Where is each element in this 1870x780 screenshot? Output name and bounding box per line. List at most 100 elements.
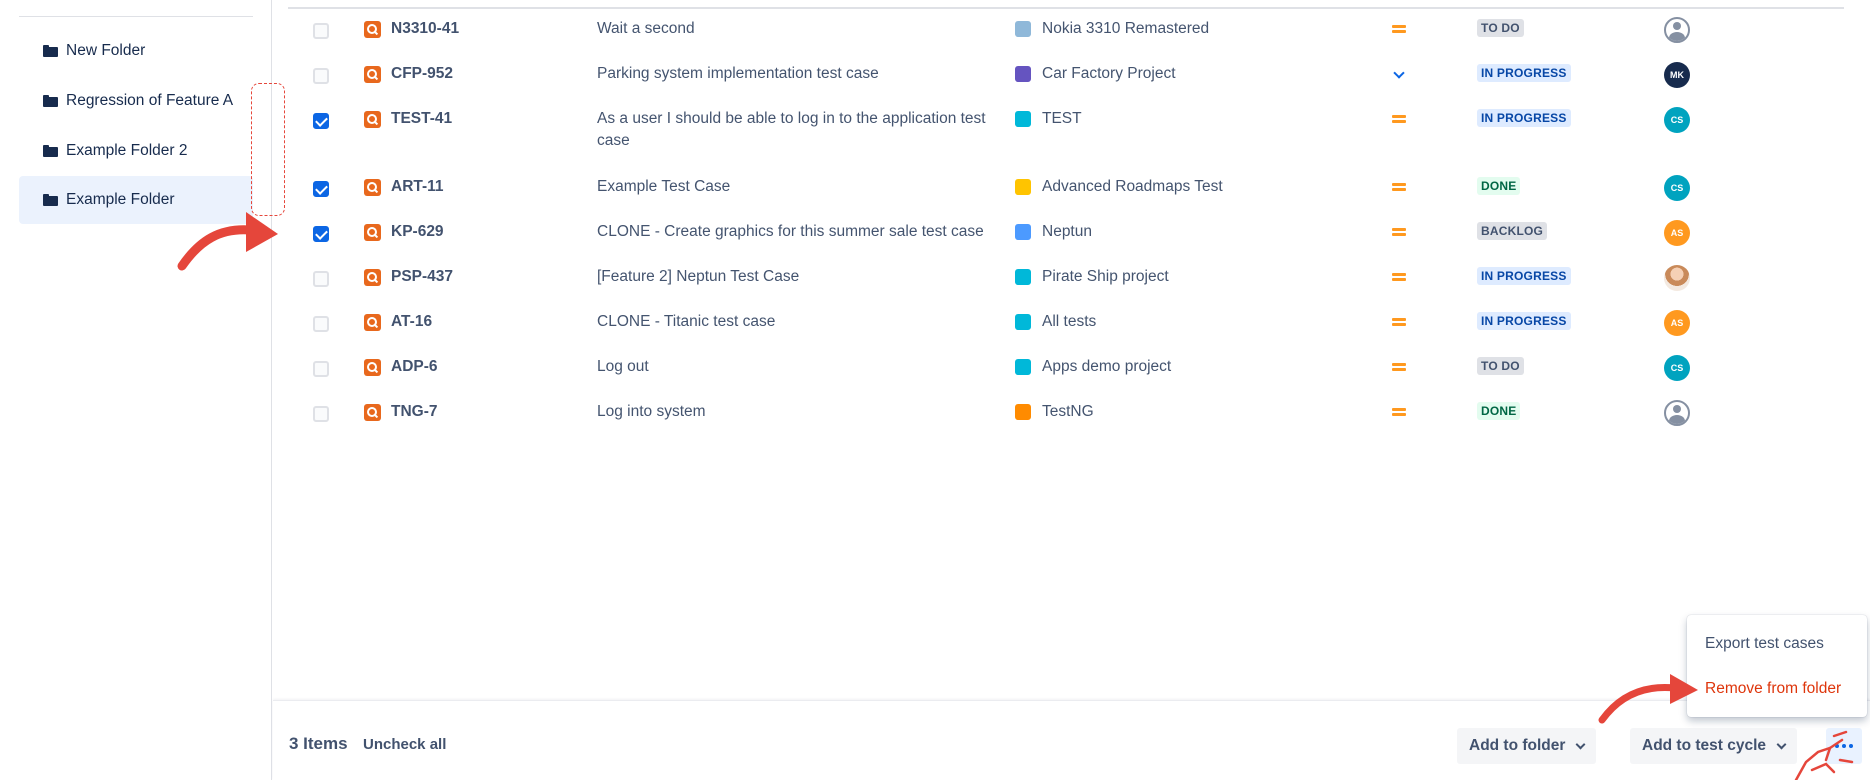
- assignee-avatar: AS: [1664, 220, 1690, 246]
- priority-medium-icon: [1392, 317, 1406, 327]
- status-badge: IN PROGRESS: [1477, 267, 1571, 285]
- test-case-type-icon: [364, 359, 381, 376]
- issue-key-link[interactable]: TEST-41: [391, 110, 452, 128]
- test-case-type-icon: [364, 404, 381, 421]
- issue-summary: CLONE - Titanic test case: [597, 313, 776, 330]
- export-test-cases-item[interactable]: Export test cases: [1705, 635, 1824, 653]
- row-checkbox[interactable]: [313, 361, 329, 377]
- test-case-type-icon: [364, 224, 381, 241]
- priority-medium-icon: [1392, 407, 1406, 417]
- test-case-type-icon: [364, 269, 381, 286]
- folder-sidebar: New Folder Regression of Feature A Example…: [0, 0, 272, 780]
- status-badge: TO DO: [1477, 19, 1524, 37]
- uncheck-all-button[interactable]: Uncheck all: [363, 736, 446, 753]
- test-case-type-icon: [364, 21, 381, 38]
- priority-medium-icon: [1392, 227, 1406, 237]
- table-header-border: [288, 7, 1844, 9]
- issue-summary: CLONE - Create graphics for this summer …: [597, 223, 984, 240]
- row-checkbox[interactable]: [313, 181, 329, 197]
- assignee-avatar: CS: [1664, 107, 1690, 133]
- folder-label: Regression of Feature A: [66, 92, 234, 109]
- folder-label: Example Folder 2: [66, 142, 188, 159]
- folder-item[interactable]: Regression of Feature A: [19, 77, 253, 125]
- status-badge: IN PROGRESS: [1477, 109, 1571, 127]
- project-avatar-icon: [1015, 269, 1031, 285]
- row-checkbox[interactable]: [313, 226, 329, 242]
- folder-item[interactable]: Example Folder: [19, 176, 253, 224]
- test-case-type-icon: [364, 179, 381, 196]
- more-dot-icon: [1849, 744, 1853, 748]
- folder-label: Example Folder: [66, 191, 175, 208]
- more-dot-icon: [1842, 744, 1846, 748]
- folder-item[interactable]: Example Folder 2: [19, 127, 253, 175]
- project-avatar-icon: [1015, 111, 1031, 127]
- folder-icon: [43, 45, 58, 57]
- row-checkbox[interactable]: [313, 406, 329, 422]
- folder-label: New Folder: [66, 42, 146, 59]
- row-checkbox[interactable]: [313, 113, 329, 129]
- issue-key-link[interactable]: N3310-41: [391, 20, 459, 38]
- priority-medium-icon: [1392, 362, 1406, 372]
- assignee-avatar: MK: [1664, 62, 1690, 88]
- add-to-test-cycle-label: Add to test cycle: [1642, 737, 1767, 754]
- project-avatar-icon: [1015, 21, 1031, 37]
- priority-medium-icon: [1392, 24, 1406, 34]
- priority-medium-icon: [1392, 182, 1406, 192]
- issue-key-link[interactable]: KP-629: [391, 223, 444, 241]
- add-to-folder-label: Add to folder: [1469, 737, 1566, 754]
- issue-summary: As a user I should be able to log in to …: [597, 110, 986, 149]
- more-actions-button[interactable]: [1826, 728, 1862, 764]
- project-avatar-icon: [1015, 179, 1031, 195]
- issue-key-link[interactable]: ART-11: [391, 178, 444, 196]
- status-badge: TO DO: [1477, 357, 1524, 375]
- assignee-photo-avatar: [1664, 265, 1690, 291]
- status-badge: IN PROGRESS: [1477, 64, 1571, 82]
- issue-summary: Parking system implementation test case: [597, 65, 879, 82]
- row-checkbox[interactable]: [313, 316, 329, 332]
- folder-item[interactable]: New Folder: [19, 27, 253, 75]
- project-name: Pirate Ship project: [1042, 268, 1169, 285]
- issue-summary: [Feature 2] Neptun Test Case: [597, 268, 800, 285]
- project-name: Advanced Roadmaps Test: [1042, 178, 1223, 195]
- bulk-action-bar: 3 Items Uncheck all Add to folder Add to…: [273, 700, 1870, 780]
- project-name: Neptun: [1042, 223, 1092, 240]
- row-checkbox[interactable]: [313, 68, 329, 84]
- issue-key-link[interactable]: TNG-7: [391, 403, 438, 421]
- project-avatar-icon: [1015, 224, 1031, 240]
- remove-from-folder-item[interactable]: Remove from folder: [1705, 680, 1841, 698]
- chevron-down-icon: [1575, 739, 1586, 749]
- add-to-test-cycle-button[interactable]: Add to test cycle: [1630, 728, 1798, 764]
- checkbox-highlight-annotation: [251, 83, 285, 216]
- row-checkbox[interactable]: [313, 23, 329, 39]
- chevron-down-icon: [1776, 739, 1787, 749]
- project-name: Car Factory Project: [1042, 65, 1176, 82]
- status-badge: IN PROGRESS: [1477, 312, 1571, 330]
- priority-medium-icon: [1392, 114, 1406, 124]
- issue-summary: Log out: [597, 358, 649, 375]
- issue-key-link[interactable]: CFP-952: [391, 65, 453, 83]
- status-badge: DONE: [1477, 177, 1521, 195]
- test-case-type-icon: [364, 111, 381, 128]
- default-avatar-icon: [1664, 400, 1690, 426]
- issue-summary: Example Test Case: [597, 178, 731, 195]
- assignee-avatar: CS: [1664, 355, 1690, 381]
- project-name: Nokia 3310 Remastered: [1042, 20, 1210, 37]
- issue-key-link[interactable]: ADP-6: [391, 358, 438, 376]
- status-badge: DONE: [1477, 402, 1521, 420]
- folder-icon: [43, 194, 58, 206]
- issue-summary: Log into system: [597, 403, 706, 420]
- project-avatar-icon: [1015, 66, 1031, 82]
- test-case-type-icon: [364, 314, 381, 331]
- assignee-avatar: AS: [1664, 310, 1690, 336]
- issue-key-link[interactable]: PSP-437: [391, 268, 453, 286]
- more-dot-icon: [1835, 744, 1839, 748]
- issue-key-link[interactable]: AT-16: [391, 313, 432, 331]
- priority-medium-icon: [1392, 272, 1406, 282]
- project-avatar-icon: [1015, 314, 1031, 330]
- project-avatar-icon: [1015, 404, 1031, 420]
- add-to-folder-button[interactable]: Add to folder: [1457, 728, 1597, 764]
- assignee-avatar: CS: [1664, 175, 1690, 201]
- row-checkbox[interactable]: [313, 271, 329, 287]
- more-actions-menu: Export test cases Remove from folder: [1687, 615, 1867, 717]
- selected-items-count: 3 Items: [289, 734, 348, 753]
